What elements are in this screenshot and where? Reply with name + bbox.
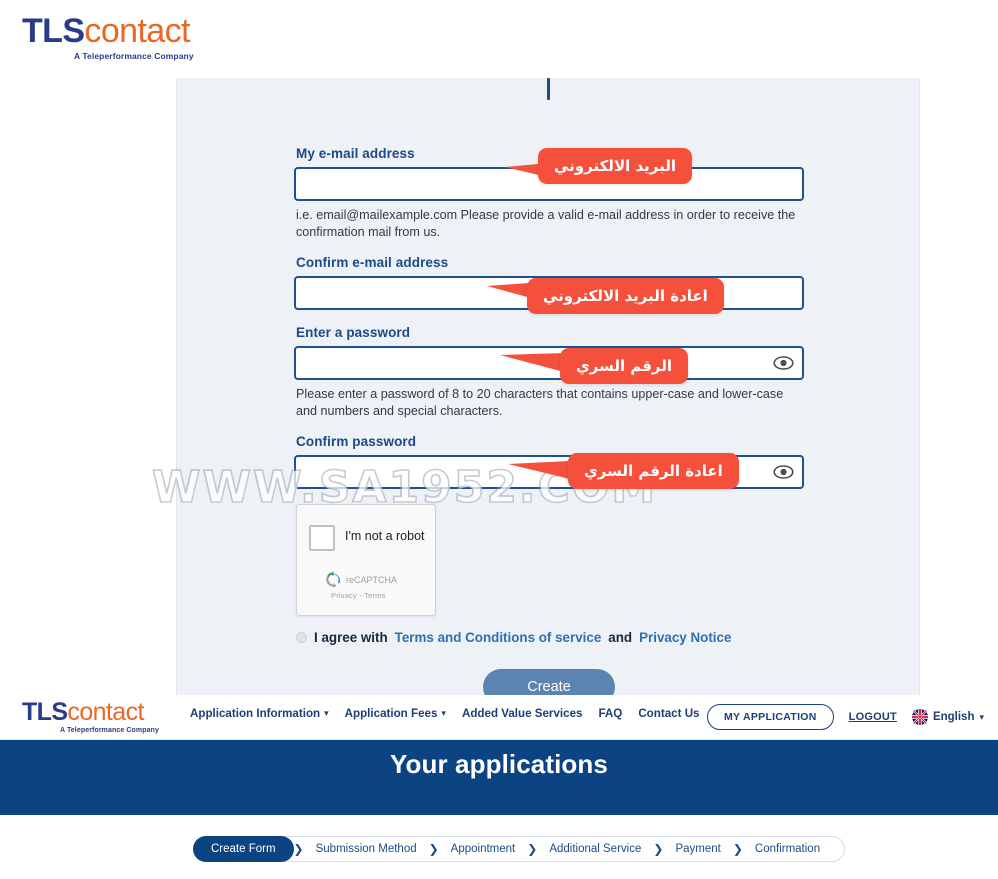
step-separator-icon: ❯ xyxy=(293,842,304,856)
nav-item-label: Application Information xyxy=(190,707,321,720)
panel-divider-stub xyxy=(547,78,550,100)
confirm-password-visibility-toggle[interactable] xyxy=(772,461,794,483)
password-hint: Please enter a password of 8 to 20 chara… xyxy=(296,387,784,418)
nav-menu: Application Information ▾ Application Fe… xyxy=(190,707,700,720)
logo-text-contact: contact xyxy=(67,698,144,726)
progress-breadcrumb: Create Form ❯ Submission Method ❯ Appoin… xyxy=(193,836,846,862)
confirm-email-label: Confirm e-mail address xyxy=(296,255,449,271)
logo-wordmark: TLScontact xyxy=(22,700,159,725)
terms-agreement-prefix: I agree with xyxy=(314,630,388,646)
recaptcha-label: I'm not a robot xyxy=(345,529,425,544)
language-label: English xyxy=(932,711,975,723)
logo-text-tls: TLS xyxy=(22,698,68,726)
step-separator-icon: ❯ xyxy=(428,842,439,856)
terms-agreement-conjunction: and xyxy=(608,630,633,646)
callout-email: البريد الالكتروني xyxy=(538,148,692,184)
recaptcha-brand-text: reCAPTCHA xyxy=(346,574,398,585)
callout-confirm-email: اعادة البريد الالكتروني xyxy=(527,278,724,314)
submit-row: Create xyxy=(294,669,804,695)
step-payment[interactable]: Payment xyxy=(663,843,732,855)
password-visibility-toggle[interactable] xyxy=(772,352,794,374)
callout-tail-confirm-password xyxy=(508,461,570,479)
chevron-down-icon: ▾ xyxy=(979,711,984,722)
nav-item-label: Application Fees xyxy=(344,707,438,720)
language-selector[interactable]: English ▾ xyxy=(911,709,984,725)
step-confirmation[interactable]: Confirmation xyxy=(743,843,832,855)
top-logo-strip: TLScontact A Teleperformance Company xyxy=(0,0,998,72)
terms-agreement-row: I agree with Terms and Conditions of ser… xyxy=(296,630,804,645)
page-banner: Your applications xyxy=(0,740,998,815)
password-field-block: Enter a password Please enter a password… xyxy=(294,325,804,419)
nav-item-faq[interactable]: FAQ xyxy=(598,707,622,720)
page-title: Your applications xyxy=(390,749,608,779)
terms-and-conditions-link[interactable]: Terms and Conditions of service xyxy=(395,630,602,645)
step-additional-service[interactable]: Additional Service xyxy=(537,843,653,855)
my-application-button[interactable]: MY APPLICATION xyxy=(706,704,834,730)
site-navigation-bar: TLScontact A Teleperformance Company App… xyxy=(0,695,998,740)
create-account-button[interactable]: Create xyxy=(483,669,615,695)
steps-area: Create Form ❯ Submission Method ❯ Appoin… xyxy=(0,815,998,879)
logo-text-contact: contact xyxy=(84,12,190,50)
recaptcha-logo-icon xyxy=(325,571,342,589)
step-appointment[interactable]: Appointment xyxy=(439,843,528,855)
recaptcha-widget[interactable]: I'm not a robot reCAPTCHA Privacy - Term… xyxy=(296,504,436,617)
step-separator-icon: ❯ xyxy=(732,842,743,856)
logo-tagline: A Teleperformance Company xyxy=(60,727,159,734)
chevron-down-icon: ▾ xyxy=(441,708,446,718)
eye-icon xyxy=(772,465,794,480)
nav-item-added-value-services[interactable]: Added Value Services xyxy=(462,707,583,720)
callout-password: الرقم السري xyxy=(560,348,689,384)
eye-icon xyxy=(772,356,794,371)
recaptcha-branding: reCAPTCHA xyxy=(325,571,398,589)
confirm-password-label: Confirm password xyxy=(296,434,417,450)
logo-wordmark: TLScontact xyxy=(22,14,194,48)
nav-item-application-information[interactable]: Application Information ▾ xyxy=(190,707,329,720)
logo-text-tls: TLS xyxy=(22,12,85,50)
nav-item-contact-us[interactable]: Contact Us xyxy=(638,707,699,720)
tlscontact-logo-top[interactable]: TLScontact A Teleperformance Company xyxy=(22,14,194,61)
logo-tagline: A Teleperformance Company xyxy=(74,51,194,61)
logout-link[interactable]: LOGOUT xyxy=(849,711,897,723)
nav-item-application-fees[interactable]: Application Fees ▾ xyxy=(345,707,446,720)
nav-item-label: Added Value Services xyxy=(461,707,583,720)
content-window: My e-mail address i.e. email@mailexample… xyxy=(0,72,998,695)
privacy-notice-link[interactable]: Privacy Notice xyxy=(639,630,731,645)
nav-right-group: MY APPLICATION LOGOUT English ▾ xyxy=(706,704,984,730)
callout-tail-password xyxy=(500,353,564,372)
email-hint: i.e. email@mailexample.com Please provid… xyxy=(296,208,796,239)
terms-agreement-checkbox[interactable] xyxy=(296,632,307,644)
nav-item-label: Contact Us xyxy=(638,707,700,720)
password-label: Enter a password xyxy=(296,325,411,341)
chevron-down-icon: ▾ xyxy=(324,708,329,718)
nav-item-label: FAQ xyxy=(598,707,623,720)
step-separator-icon: ❯ xyxy=(527,842,538,856)
recaptcha-checkbox[interactable] xyxy=(309,525,335,552)
tlscontact-logo-nav[interactable]: TLScontact A Teleperformance Company xyxy=(22,700,159,735)
step-separator-icon: ❯ xyxy=(653,842,664,856)
recaptcha-legal-links[interactable]: Privacy - Terms xyxy=(331,591,386,600)
uk-flag-icon xyxy=(911,709,928,725)
page-root: TLScontact A Teleperformance Company My … xyxy=(0,0,998,879)
callout-confirm-password: اعادة الرقم السري xyxy=(568,453,739,489)
step-create-form[interactable]: Create Form xyxy=(193,836,294,862)
step-submission-method[interactable]: Submission Method xyxy=(304,843,429,855)
registration-form: My e-mail address i.e. email@mailexample… xyxy=(294,146,804,695)
